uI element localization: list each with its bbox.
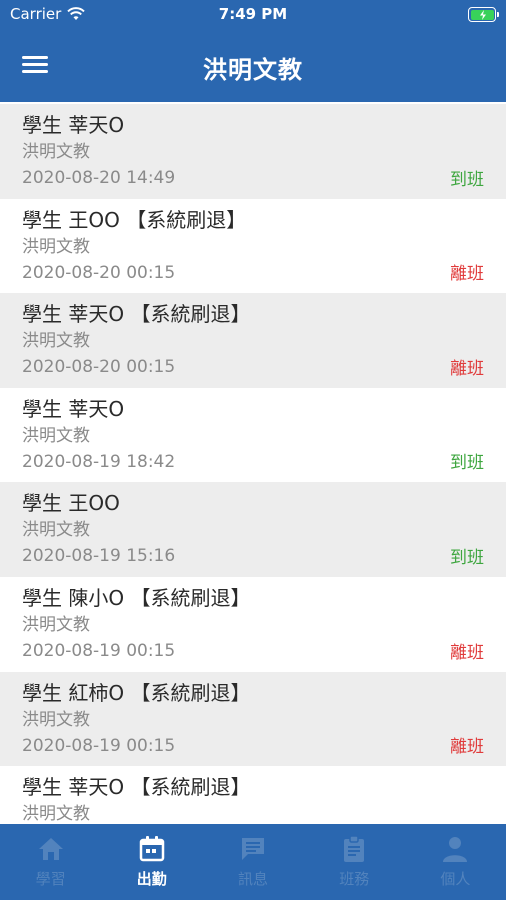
record-datetime: 2020-08-19 18:42 bbox=[22, 451, 176, 472]
attendance-status: 到班 bbox=[450, 453, 484, 474]
school-name: 洪明文教 bbox=[22, 709, 90, 730]
attendance-status: 到班 bbox=[450, 169, 484, 190]
tab-calendar[interactable]: 出勤 bbox=[101, 824, 202, 900]
student-name: 學生 王OO 【系統刷退】 bbox=[22, 207, 247, 232]
school-name: 洪明文教 bbox=[22, 614, 90, 635]
attendance-status: 離班 bbox=[450, 642, 484, 663]
attendance-list[interactable]: 學生 莘天O 洪明文教 2020-08-20 14:49 到班 學生 王OO 【系統刷退… bbox=[0, 104, 506, 824]
school-name: 洪明文教 bbox=[22, 236, 90, 257]
tab-label: 學習 bbox=[35, 870, 66, 888]
record-datetime: 2020-08-19 15:16 bbox=[22, 546, 176, 567]
list-item[interactable]: 學生 紅柿O 【系統刷退】洪明文教 2020-08-19 00:15 離班 bbox=[0, 671, 506, 767]
student-name: 學生 莘天O bbox=[22, 113, 125, 137]
tab-label: 個人 bbox=[440, 870, 471, 888]
student-name: 學生 王OO bbox=[22, 491, 120, 516]
student-name: 學生 莘天O 【系統刷退】 bbox=[22, 775, 251, 800]
list-item[interactable]: 學生 王OO 【系統刷退】洪明文教 2020-08-20 00:15 離班 bbox=[0, 198, 506, 294]
header: 洪明文教 bbox=[0, 30, 506, 102]
calendar-icon bbox=[137, 834, 167, 864]
record-datetime: 2020-08-19 00:15 bbox=[22, 640, 176, 661]
tab-label: 訊息 bbox=[238, 870, 269, 888]
student-name: 學生 莘天O bbox=[22, 396, 125, 421]
attendance-status: 離班 bbox=[450, 737, 484, 758]
school-name: 洪明文教 bbox=[22, 804, 90, 824]
list-item[interactable]: 學生 莘天O 【系統刷退】洪明文教 2020-08-20 00:15 離班 bbox=[0, 293, 506, 388]
record-datetime: 2020-08-19 00:15 bbox=[22, 735, 176, 756]
tab-clipboard[interactable]: 班務 bbox=[304, 824, 405, 900]
tab-message[interactable]: 訊息 bbox=[202, 824, 303, 900]
attendance-status: 離班 bbox=[450, 264, 484, 285]
attendance-status: 離班 bbox=[450, 358, 484, 379]
student-name: 學生 陳小O 【系統刷退】 bbox=[22, 585, 251, 610]
home-icon bbox=[36, 834, 66, 864]
clock: 7:49 PM bbox=[218, 5, 288, 23]
school-name: 洪明文教 bbox=[22, 520, 90, 541]
battery-icon bbox=[468, 7, 499, 22]
clipboard-icon bbox=[339, 834, 369, 864]
tab-bar: 學習 出勤 訊息 班務 個人 bbox=[0, 824, 506, 900]
record-datetime: 2020-08-20 14:49 bbox=[22, 168, 176, 188]
list-item[interactable]: 學生 王OO 洪明文教 2020-08-19 15:16 到班 bbox=[0, 482, 506, 577]
school-name: 洪明文教 bbox=[22, 142, 90, 162]
list-item[interactable]: 學生 莘天O 【系統刷退】洪明文教 bbox=[0, 766, 506, 824]
list-item[interactable]: 學生 陳小O 【系統刷退】洪明文教 2020-08-19 00:15 離班 bbox=[0, 576, 506, 672]
student-name: 學生 紅柿O 【系統刷退】 bbox=[22, 680, 251, 705]
school-name: 洪明文教 bbox=[22, 331, 90, 352]
attendance-status: 到班 bbox=[450, 547, 484, 568]
status-bar: Carrier 7:49 PM bbox=[0, 0, 506, 30]
tab-person[interactable]: 個人 bbox=[405, 824, 506, 900]
tab-home[interactable]: 學習 bbox=[0, 824, 101, 900]
tab-label: 出勤 bbox=[136, 870, 167, 888]
record-datetime: 2020-08-20 00:15 bbox=[22, 262, 176, 283]
page-title: 洪明文教 bbox=[203, 56, 303, 84]
message-icon bbox=[238, 834, 268, 864]
record-datetime: 2020-08-20 00:15 bbox=[22, 357, 176, 378]
list-item[interactable]: 學生 莘天O 洪明文教 2020-08-19 18:42 到班 bbox=[0, 387, 506, 483]
list-item[interactable]: 學生 莘天O 洪明文教 2020-08-20 14:49 到班 bbox=[0, 104, 506, 199]
school-name: 洪明文教 bbox=[22, 425, 90, 446]
student-name: 學生 莘天O 【系統刷退】 bbox=[22, 302, 251, 327]
tab-label: 班務 bbox=[339, 870, 370, 888]
person-icon bbox=[440, 834, 470, 864]
